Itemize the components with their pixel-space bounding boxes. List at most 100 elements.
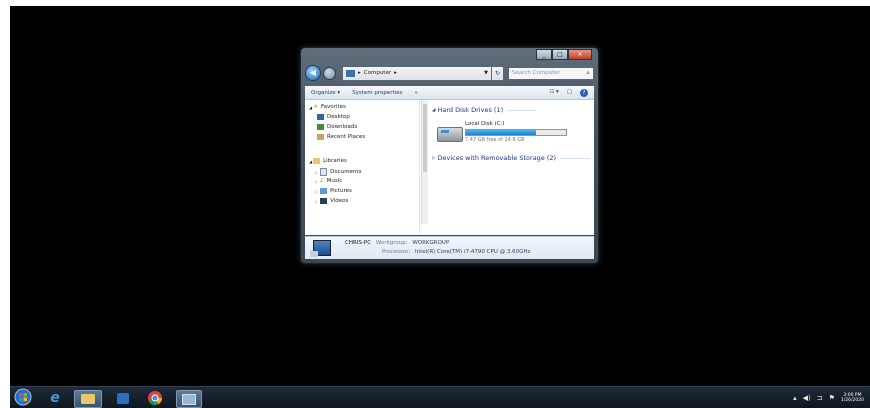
search-input[interactable]: Search Computer ⌕ bbox=[508, 66, 594, 80]
refresh-button[interactable]: ↻ bbox=[492, 65, 504, 81]
command-bar: Organize ▾ System properties » ☷ ▾ ▢ ? bbox=[305, 86, 594, 100]
nav-item-label: Music bbox=[326, 178, 343, 184]
collapse-icon[interactable]: ◢ bbox=[432, 108, 435, 113]
chrome-logo-icon bbox=[148, 391, 162, 405]
drive-usage-bar bbox=[465, 129, 567, 136]
nav-item-recent-places[interactable]: Recent Places bbox=[317, 134, 365, 140]
system-tray: ▴ ◀) ⊐ ⚑ 3:00 PM 1/26/2020 bbox=[793, 391, 864, 405]
nav-item-downloads[interactable]: Downloads bbox=[317, 124, 357, 130]
nav-libraries-label: Libraries bbox=[323, 158, 347, 164]
volume-icon[interactable]: ◀) bbox=[803, 394, 811, 402]
details-row-workgroup: CHRIS-PC Workgroup: WORKGROUP bbox=[345, 240, 449, 246]
chevron-right-icon[interactable]: ▷ bbox=[315, 189, 318, 194]
chrome-icon[interactable] bbox=[146, 390, 164, 406]
library-icon bbox=[313, 158, 321, 164]
navigation-pane: ◢ ★ Favorites Desktop Downloads Recent P… bbox=[305, 100, 420, 235]
remote-desktop-icon[interactable] bbox=[176, 390, 202, 408]
search-placeholder: Search Computer bbox=[512, 70, 560, 76]
processor-label: Processor: bbox=[382, 249, 411, 255]
nav-item-pictures[interactable]: ▷ Pictures bbox=[315, 188, 352, 194]
start-button[interactable] bbox=[14, 388, 32, 406]
window-body: ◢ ★ Favorites Desktop Downloads Recent P… bbox=[305, 100, 594, 235]
group-label: Devices with Removable Storage (2) bbox=[437, 154, 557, 162]
system-properties-button[interactable]: System properties bbox=[352, 90, 402, 96]
nav-item-desktop[interactable]: Desktop bbox=[317, 114, 350, 120]
computer-name: CHRIS-PC bbox=[345, 240, 372, 246]
network-icon[interactable]: ⊐ bbox=[817, 394, 823, 402]
group-label: Hard Disk Drives (1) bbox=[437, 106, 504, 114]
computer-icon bbox=[310, 240, 331, 257]
navigation-scrollbar[interactable] bbox=[421, 100, 428, 224]
explorer-window[interactable]: _ □ ✕ ◀ ▸ Computer ▸ ▼ ↻ Search Computer… bbox=[300, 47, 599, 264]
clock-date: 1/26/2020 bbox=[840, 398, 864, 403]
workgroup-label: Workgroup: bbox=[375, 240, 408, 246]
chevron-down-icon[interactable]: ▼ bbox=[484, 70, 488, 76]
close-button[interactable]: ✕ bbox=[568, 49, 592, 60]
chevron-right-icon[interactable]: ▷ bbox=[315, 179, 318, 184]
windows-explorer-icon[interactable] bbox=[74, 390, 102, 408]
nav-item-documents[interactable]: ▷ Documents bbox=[315, 168, 361, 176]
nav-item-videos[interactable]: ▷ Videos bbox=[315, 198, 348, 204]
address-separator: ▸ bbox=[394, 70, 397, 76]
processor-value: Intel(R) Core(TM) i7-4790 CPU @ 3.60GHz bbox=[415, 249, 531, 255]
drive-free-space: 7.47 GB free of 24.8 GB bbox=[465, 137, 525, 143]
drive-local-disk-c[interactable]: Local Disk (C:) 7.47 GB free of 24.8 GB bbox=[437, 121, 567, 149]
change-view-icon[interactable]: ☷ ▾ bbox=[549, 89, 558, 97]
group-hard-disk-drives[interactable]: ◢ Hard Disk Drives (1) bbox=[432, 106, 538, 114]
action-center-flag-icon[interactable]: ⚑ bbox=[829, 394, 835, 402]
help-icon[interactable]: ? bbox=[580, 88, 588, 97]
recent-places-icon bbox=[317, 134, 324, 140]
drive-name: Local Disk (C:) bbox=[465, 121, 505, 127]
desktop: _ □ ✕ ◀ ▸ Computer ▸ ▼ ↻ Search Computer… bbox=[10, 6, 870, 408]
nav-item-label: Videos bbox=[330, 198, 349, 204]
search-icon: ⌕ bbox=[586, 68, 590, 77]
details-pane: CHRIS-PC Workgroup: WORKGROUP Processor:… bbox=[305, 236, 594, 259]
pictures-icon bbox=[320, 188, 328, 194]
star-icon: ★ bbox=[313, 104, 319, 110]
drive-usage-fill bbox=[466, 130, 536, 135]
address-bar[interactable]: ▸ Computer ▸ ▼ bbox=[342, 65, 492, 81]
group-divider bbox=[560, 157, 591, 159]
chevron-right-icon[interactable]: ▷ bbox=[315, 170, 318, 175]
preview-pane-icon[interactable]: ▢ bbox=[567, 89, 572, 97]
address-segment-computer[interactable]: Computer bbox=[364, 70, 391, 76]
nav-favorites-label: Favorites bbox=[321, 104, 346, 110]
nav-item-label: Desktop bbox=[327, 114, 350, 120]
nav-item-label: Recent Places bbox=[327, 134, 366, 140]
show-hidden-icons-icon[interactable]: ▴ bbox=[793, 394, 797, 402]
nav-item-label: Documents bbox=[330, 169, 362, 175]
music-icon: ♪ bbox=[320, 178, 324, 184]
media-player-icon[interactable] bbox=[114, 390, 132, 406]
internet-explorer-icon[interactable]: e bbox=[46, 390, 64, 406]
hard-drive-icon bbox=[437, 127, 463, 142]
expand-icon[interactable]: ▷ bbox=[432, 156, 435, 161]
nav-item-music[interactable]: ▷ ♪ Music bbox=[315, 178, 342, 184]
minimize-button[interactable]: _ bbox=[536, 49, 552, 60]
expand-icon[interactable]: ◢ bbox=[309, 159, 312, 164]
nav-item-label: Downloads bbox=[327, 124, 358, 130]
expand-icon[interactable]: ◢ bbox=[309, 105, 312, 110]
windows-logo-icon bbox=[14, 388, 32, 406]
computer-icon bbox=[346, 69, 355, 77]
scrollbar-thumb[interactable] bbox=[423, 104, 427, 172]
more-commands-button[interactable]: » bbox=[414, 90, 417, 96]
downloads-icon bbox=[317, 124, 324, 130]
workgroup-value: WORKGROUP bbox=[412, 240, 450, 246]
clock[interactable]: 3:00 PM 1/26/2020 bbox=[841, 393, 864, 403]
forward-button[interactable] bbox=[323, 66, 336, 80]
back-button[interactable]: ◀ bbox=[305, 65, 321, 81]
details-row-processor: Processor: Intel(R) Core(TM) i7-4790 CPU… bbox=[382, 249, 530, 255]
videos-icon bbox=[320, 198, 328, 204]
maximize-button[interactable]: □ bbox=[552, 49, 568, 60]
documents-icon bbox=[320, 168, 328, 176]
nav-item-label: Pictures bbox=[330, 188, 352, 194]
nav-favorites[interactable]: ◢ ★ Favorites bbox=[309, 104, 346, 110]
navigation-bar: ◀ ▸ Computer ▸ ▼ ↻ Search Computer ⌕ bbox=[305, 62, 594, 84]
address-separator: ▸ bbox=[358, 70, 361, 76]
group-removable-storage[interactable]: ▷ Devices with Removable Storage (2) bbox=[432, 154, 591, 162]
nav-libraries[interactable]: ◢ Libraries bbox=[309, 158, 347, 164]
content-pane: ◢ Hard Disk Drives (1) Local Disk (C:) 7… bbox=[429, 100, 594, 235]
chevron-right-icon[interactable]: ▷ bbox=[315, 199, 318, 204]
window-controls: _ □ ✕ bbox=[536, 49, 592, 60]
organize-button[interactable]: Organize ▾ bbox=[311, 90, 340, 96]
